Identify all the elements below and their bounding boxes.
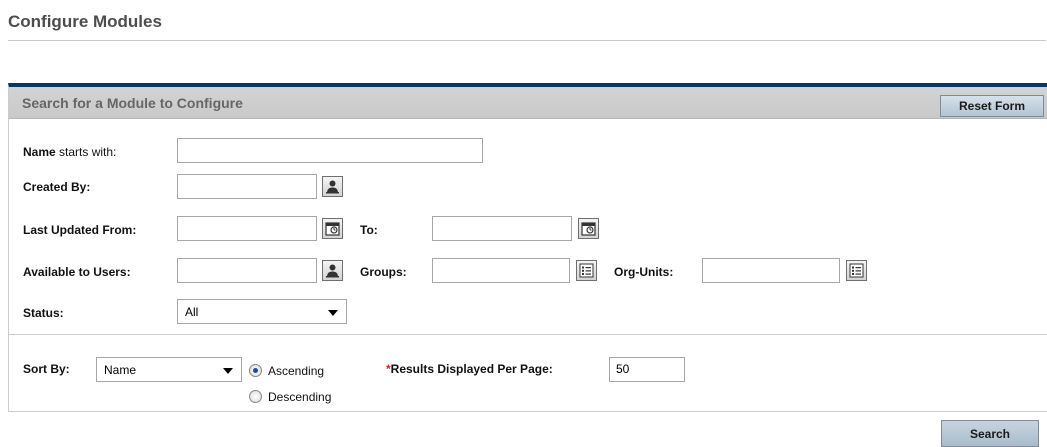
groups-input[interactable]: [432, 258, 570, 283]
calendar-icon[interactable]: [322, 218, 343, 239]
created-by-input[interactable]: [177, 174, 317, 199]
panel-header: Search for a Module to Configure Reset F…: [9, 87, 1047, 119]
sort-divider: [8, 334, 1047, 335]
groups-label: Groups:: [360, 265, 407, 279]
to-label: To:: [360, 223, 378, 237]
user-lookup-icon[interactable]: [322, 260, 343, 281]
results-per-page-label: *Results Displayed Per Page:: [386, 362, 553, 376]
reset-form-button[interactable]: Reset Form: [940, 95, 1044, 117]
name-label-rest: starts with:: [55, 145, 117, 159]
chevron-down-icon: [328, 310, 338, 316]
sort-by-label: Sort By:: [23, 362, 70, 376]
status-label: Status:: [23, 306, 64, 320]
page-title: Configure Modules: [8, 12, 162, 31]
last-updated-from-input[interactable]: [177, 216, 317, 241]
descending-radio[interactable]: [249, 390, 262, 403]
name-input[interactable]: [177, 138, 483, 163]
available-to-users-input[interactable]: [177, 258, 317, 283]
sort-by-select[interactable]: Name: [96, 357, 242, 382]
descending-label[interactable]: Descending: [268, 390, 331, 404]
user-lookup-icon[interactable]: [322, 176, 343, 197]
search-button[interactable]: Search: [941, 420, 1039, 447]
calendar-icon[interactable]: [578, 218, 599, 239]
results-per-page-input[interactable]: 50: [609, 357, 685, 382]
list-lookup-icon[interactable]: [846, 260, 867, 281]
results-per-page-text: Results Displayed Per Page:: [390, 362, 553, 376]
to-date-input[interactable]: [432, 216, 572, 241]
panel-title: Search for a Module to Configure: [22, 95, 243, 111]
ascending-radio[interactable]: [249, 364, 262, 377]
org-units-input[interactable]: [702, 258, 840, 283]
status-select-value: All: [185, 305, 199, 319]
available-to-users-label: Available to Users:: [23, 265, 131, 279]
name-label-bold: Name: [23, 145, 56, 159]
ascending-label[interactable]: Ascending: [268, 364, 324, 378]
name-label: Name starts with:: [23, 145, 116, 159]
list-lookup-icon[interactable]: [576, 260, 597, 281]
org-units-label: Org-Units:: [614, 265, 674, 279]
created-by-label: Created By:: [23, 180, 91, 194]
last-updated-from-label: Last Updated From:: [23, 223, 137, 237]
chevron-down-icon: [223, 368, 233, 374]
title-divider: [8, 40, 1046, 41]
sort-by-select-value: Name: [104, 363, 137, 377]
status-select[interactable]: All: [177, 299, 347, 324]
